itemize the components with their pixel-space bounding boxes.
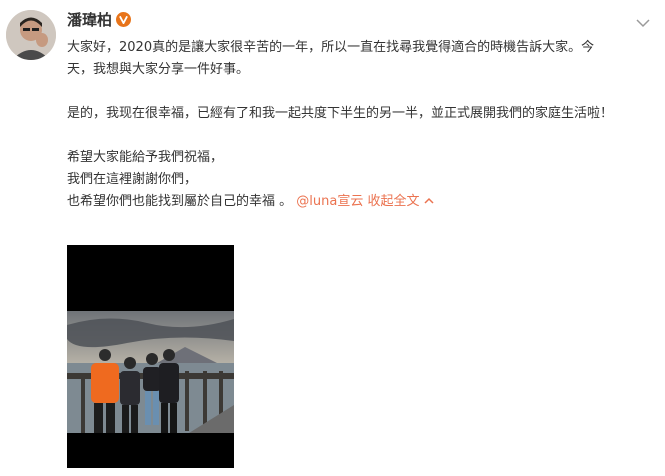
post-line: 是的，我现在很幸福，已經有了和我一起共度下半生的另一半，並正式展開我們的家庭生活… xyxy=(67,106,614,121)
author-name[interactable]: 潘瑋柏 xyxy=(67,9,112,30)
avatar-image xyxy=(6,10,56,60)
more-options-button[interactable] xyxy=(635,14,651,28)
post-last-line: 也希望你們也能找到屬於自己的幸福 。 @luna宣云 收起全文 xyxy=(67,191,657,213)
mention-link[interactable]: @luna宣云 xyxy=(296,194,363,209)
post-line: 希望大家能給予我們祝福， xyxy=(67,150,224,165)
post-line: 也希望你們也能找到屬於自己的幸福 。 xyxy=(67,194,293,209)
collapse-label: 收起全文 xyxy=(367,194,420,209)
collapse-full-text-link[interactable]: 收起全文 xyxy=(367,194,434,209)
post-text: 大家好，2020真的是讓大家很辛苦的一年，所以一直在找尋我覺得適合的時機告訴大家… xyxy=(67,37,657,213)
post-author[interactable]: 潘瑋柏 xyxy=(67,9,132,30)
post-photo[interactable] xyxy=(67,245,234,468)
chevron-down-icon xyxy=(636,19,650,28)
post-line: 我們在這裡謝謝你們， xyxy=(67,172,198,187)
verified-v-icon xyxy=(116,12,132,27)
avatar[interactable] xyxy=(6,10,56,60)
chevron-up-icon xyxy=(424,197,434,204)
post-line: 天，我想與大家分享一件好事。 xyxy=(67,62,250,77)
post-line: 大家好，2020真的是讓大家很辛苦的一年，所以一直在找尋我覺得適合的時機告訴大家… xyxy=(67,40,595,55)
family-lakeside-photo xyxy=(67,245,234,468)
